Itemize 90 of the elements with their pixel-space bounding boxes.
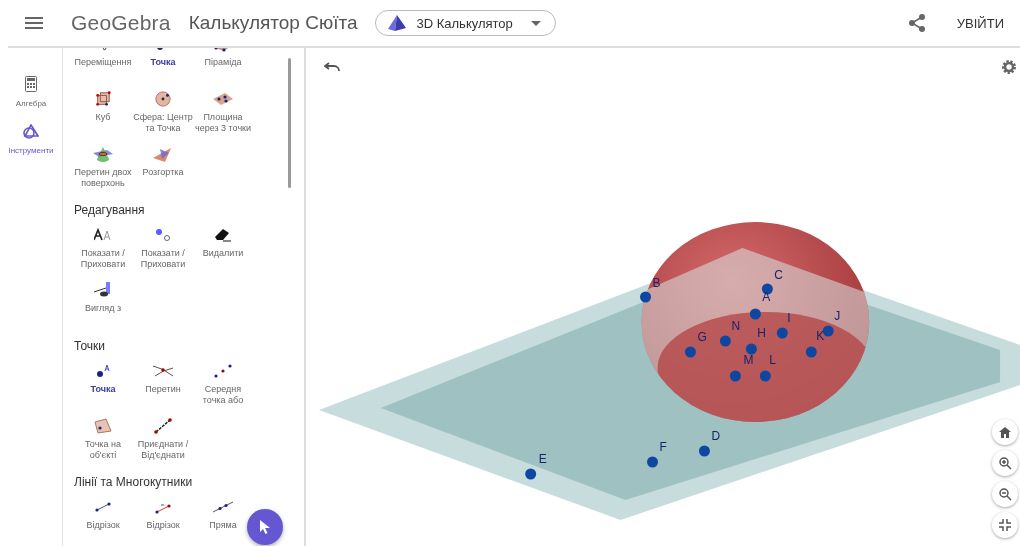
tool-button[interactable]: Точка на об'єкті — [73, 418, 133, 467]
points-icon — [155, 227, 171, 243]
calculator-icon — [25, 76, 37, 92]
point-label: I — [787, 311, 791, 325]
point-label: M — [743, 353, 754, 367]
eye-icon — [94, 282, 112, 298]
collapse-icon — [999, 519, 1011, 531]
rail-tab[interactable]: Інструменти — [8, 124, 54, 155]
sign-in-button[interactable]: УВІЙТИ — [952, 11, 1008, 35]
rail-tab[interactable]: Алгебра — [15, 76, 47, 108]
point-marker[interactable] — [719, 335, 731, 347]
text-style-icon — [94, 227, 112, 243]
pyramid-icon — [388, 15, 407, 31]
point-marker[interactable] — [759, 370, 771, 382]
point-marker[interactable] — [749, 308, 761, 320]
point-label: C — [774, 268, 783, 282]
logo: GeoGebra — [71, 11, 171, 35]
net-icon — [153, 146, 173, 162]
zoom-in-button[interactable] — [992, 450, 1018, 476]
tool-button[interactable]: Точка — [90, 363, 116, 412]
tool-button[interactable]: Приєднати / Від'єднати — [133, 418, 193, 467]
pointer-fab[interactable] — [247, 509, 283, 545]
tool-button[interactable]: Куб — [94, 91, 112, 140]
tool-button[interactable]: Піраміда — [204, 48, 242, 85]
point-marker[interactable] — [684, 346, 696, 358]
menu-icon[interactable] — [25, 17, 43, 29]
point-label: E — [538, 452, 547, 466]
eraser-icon — [214, 227, 232, 243]
tool-button[interactable]: Вигляд з — [84, 282, 122, 331]
point-label: D — [711, 429, 721, 443]
home-icon — [999, 426, 1011, 438]
point-marker[interactable] — [805, 346, 817, 358]
point-label: F — [659, 440, 667, 454]
point-label: B — [652, 276, 661, 290]
tool-button[interactable]: Переміщення — [74, 48, 132, 85]
point-marker[interactable] — [647, 456, 658, 468]
plane-icon — [213, 91, 233, 107]
point-marker[interactable] — [640, 291, 651, 303]
point-marker[interactable] — [745, 343, 757, 355]
point-label: K — [816, 329, 825, 343]
tool-button[interactable]: Видалити — [202, 227, 244, 276]
exit-fullscreen-button[interactable] — [992, 512, 1018, 538]
share-icon[interactable] — [908, 14, 925, 32]
home-button[interactable] — [992, 419, 1018, 445]
point-marker[interactable] — [698, 445, 710, 457]
undo-icon[interactable] — [324, 62, 340, 72]
tool-button[interactable]: Перетин — [145, 363, 181, 412]
cone-icon — [93, 146, 113, 162]
tool-button[interactable]: Площина через 3 точки — [193, 91, 253, 140]
point-marker[interactable] — [525, 468, 537, 480]
line-icon — [213, 499, 233, 515]
point-marker[interactable] — [822, 325, 834, 337]
point-marker[interactable] — [776, 327, 788, 339]
tool-button[interactable]: Відрізок — [86, 499, 120, 546]
caret-icon — [530, 20, 541, 26]
app-title: Калькулятор Сюїта — [188, 12, 358, 34]
tool-button[interactable]: Середня точка або — [193, 363, 253, 412]
section-title: Редагування — [74, 203, 146, 217]
scrollbar-thumb[interactable] — [288, 58, 291, 188]
cube-icon — [94, 91, 112, 107]
sphere-icon — [154, 91, 172, 107]
tool-button[interactable]: Показати / Приховати — [73, 227, 133, 276]
app-dropdown[interactable]: 3D Калькулятор — [375, 10, 556, 36]
tool-button[interactable]: Пряма — [209, 499, 237, 546]
section-title: Точки — [74, 339, 106, 353]
tool-button[interactable]: Перетин двох поверхонь — [73, 146, 133, 195]
tool-button[interactable]: Розгортка — [142, 146, 184, 195]
point-label: G — [697, 330, 707, 344]
tool-button[interactable]: Сфера: Центр та Точка — [133, 91, 193, 140]
point-label: L — [769, 353, 776, 367]
point-label: H — [757, 326, 766, 340]
point-marker[interactable] — [729, 370, 741, 382]
point-label: N — [731, 319, 741, 333]
zoom-out-icon — [998, 487, 1012, 501]
point-label: A — [762, 290, 771, 304]
point-on-object-icon — [94, 418, 112, 434]
tool-button[interactable]: Показати / Приховати — [133, 227, 193, 276]
tool-button[interactable]: Відрізок — [146, 499, 180, 546]
shapes-icon — [23, 124, 39, 139]
midpoint-icon — [214, 363, 232, 379]
point-icon — [95, 363, 111, 379]
attach-icon — [154, 418, 172, 434]
tool-button[interactable]: Точка — [150, 48, 176, 85]
point-label: J — [834, 309, 841, 323]
zoom-in-icon — [998, 456, 1012, 470]
zoom-out-button[interactable] — [992, 481, 1018, 507]
section-title: Лінії та Многокутники — [74, 475, 194, 489]
cursor-icon — [259, 519, 271, 535]
settings-icon[interactable] — [1001, 59, 1017, 75]
intersect-icon — [153, 363, 173, 379]
